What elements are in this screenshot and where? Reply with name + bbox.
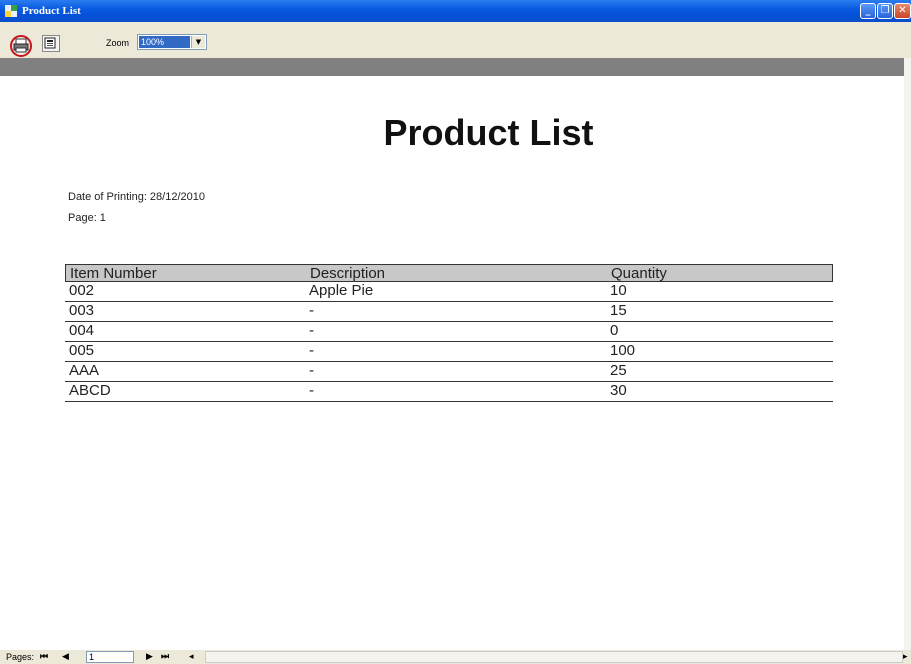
scroll-right-icon[interactable]: ▸ bbox=[903, 651, 908, 663]
table-row: 002 Apple Pie 10 bbox=[65, 282, 833, 302]
page-navigation-bar: Pages: ⏮ ◀ 1 ▶ ⏭ ◂ ▸ bbox=[0, 650, 911, 664]
item-number-cell: 004 bbox=[69, 322, 95, 339]
item-number-cell: ABCD bbox=[69, 382, 111, 399]
table-header: Item Number Description Quantity bbox=[65, 264, 833, 282]
description-cell: - bbox=[309, 322, 314, 339]
item-number-cell: AAA bbox=[69, 362, 100, 379]
restore-button[interactable]: ❐ bbox=[877, 3, 893, 19]
export-icon bbox=[44, 37, 56, 49]
table-row: 004 - 0 bbox=[65, 322, 833, 342]
export-button[interactable] bbox=[42, 35, 60, 52]
column-header-item-number: Item Number bbox=[70, 265, 157, 282]
quantity-cell: 100 bbox=[610, 342, 636, 359]
prev-page-icon[interactable]: ◀ bbox=[62, 651, 69, 663]
table-row: 005 - 100 bbox=[65, 342, 833, 362]
restore-icon: ❐ bbox=[880, 5, 890, 16]
pages-label: Pages: bbox=[6, 652, 35, 662]
column-header-quantity: Quantity bbox=[611, 265, 667, 282]
item-number-cell: 002 bbox=[69, 282, 95, 299]
zoom-label: Zoom bbox=[106, 38, 130, 48]
print-button[interactable] bbox=[10, 35, 32, 57]
description-cell: - bbox=[309, 362, 314, 379]
description-cell: - bbox=[309, 382, 314, 399]
horizontal-scrollbar[interactable] bbox=[205, 651, 903, 663]
quantity-cell: 30 bbox=[610, 382, 627, 399]
description-cell: Apple Pie bbox=[309, 282, 374, 299]
app-icon bbox=[5, 5, 17, 17]
minimize-button[interactable]: _ bbox=[860, 3, 876, 19]
description-cell: - bbox=[309, 342, 314, 359]
table-row: ABCD - 30 bbox=[65, 382, 833, 402]
zoom-value: 100% bbox=[139, 36, 190, 48]
next-page-icon[interactable]: ▶ bbox=[146, 651, 153, 663]
page-number-input[interactable]: 1 bbox=[86, 651, 134, 663]
zoom-dropdown[interactable]: 100% ▼ bbox=[137, 34, 207, 50]
item-number-cell: 005 bbox=[69, 342, 95, 359]
column-header-description: Description bbox=[310, 265, 386, 282]
report-title: Product List bbox=[383, 112, 594, 153]
quantity-cell: 10 bbox=[610, 282, 627, 299]
quantity-cell: 0 bbox=[610, 322, 619, 339]
last-page-icon[interactable]: ⏭ bbox=[161, 651, 169, 663]
printer-icon bbox=[13, 38, 29, 53]
table-row: 003 - 15 bbox=[65, 302, 833, 322]
close-icon: ✕ bbox=[898, 5, 907, 16]
item-number-cell: 003 bbox=[69, 302, 95, 319]
first-page-icon[interactable]: ⏮ bbox=[40, 651, 48, 663]
page-number: Page: 1 bbox=[68, 212, 106, 224]
chevron-down-icon[interactable]: ▼ bbox=[191, 36, 205, 48]
window-title: Product List bbox=[22, 5, 81, 17]
scroll-left-icon[interactable]: ◂ bbox=[189, 651, 194, 663]
title-bar: Product List _ ❐ ✕ bbox=[0, 0, 911, 22]
print-date: Date of Printing: 28/12/2010 bbox=[68, 191, 205, 203]
description-cell: - bbox=[309, 302, 314, 319]
viewer-top-bar bbox=[0, 58, 911, 76]
product-table: Item Number Description Quantity 002 App… bbox=[65, 264, 833, 402]
table-row: AAA - 25 bbox=[65, 362, 833, 382]
minimize-icon: _ bbox=[865, 5, 871, 16]
close-button[interactable]: ✕ bbox=[894, 3, 911, 19]
quantity-cell: 25 bbox=[610, 362, 627, 379]
quantity-cell: 15 bbox=[610, 302, 627, 319]
